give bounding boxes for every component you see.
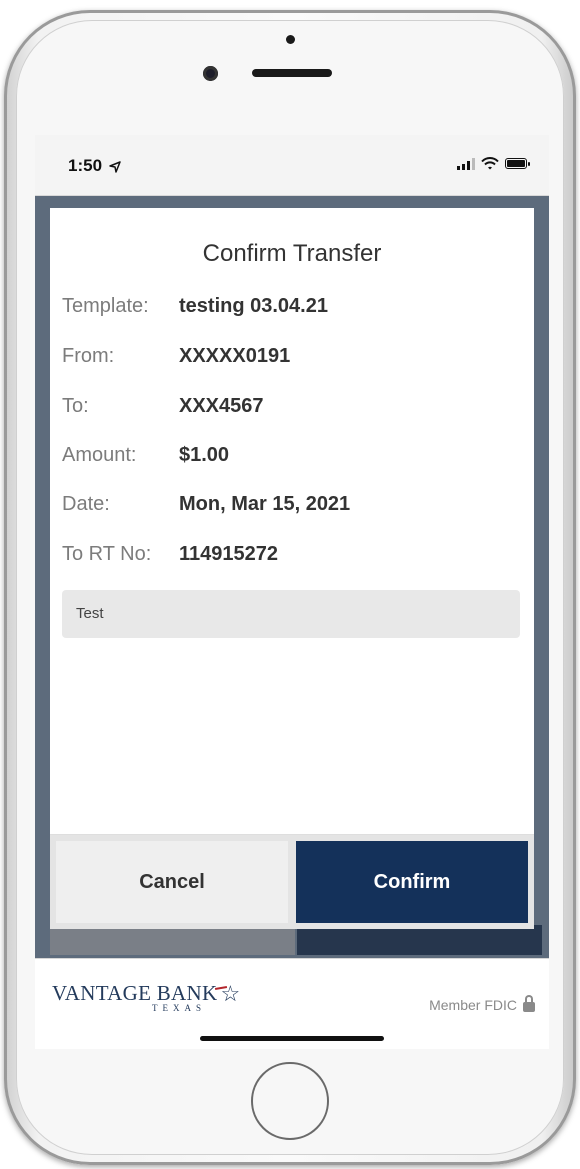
field-value: testing 03.04.21 [179,295,328,317]
location-arrow-icon [109,160,121,173]
field-value: 114915272 [179,543,279,565]
cellular-signal-icon [457,157,475,170]
earpiece-speaker [252,69,332,77]
field-value: $1.00 [179,444,230,466]
field-template: Template: testing 03.04.21 [62,295,328,318]
home-button[interactable] [251,1062,329,1140]
field-to: To: XXX4567 [62,395,264,418]
cancel-button[interactable]: Cancel [56,841,288,923]
dialog-actions: Cancel Confirm [50,834,534,929]
field-value: XXXXX0191 [179,345,291,367]
field-date: Date: Mon, Mar 15, 2021 [62,493,350,516]
field-from: From: XXXXX0191 [62,345,290,368]
field-amount: Amount: $1.00 [62,444,229,467]
field-value: XXX4567 [179,395,264,417]
field-label: Date: [62,493,110,515]
front-camera [203,66,218,81]
field-label: From: [62,345,115,367]
battery-icon [505,158,530,169]
field-rt-number: To RT No: 114915272 [62,543,278,566]
footer: VANTAGE BANK ☆ TEXAS Member FDIC [35,958,549,1049]
status-bar: 1:50 [35,135,549,196]
screen: 1:50 Confirm Transfer Template: testing … [35,135,549,1049]
dialog-title: Confirm Transfer [202,240,382,267]
proximity-sensor [286,35,295,44]
home-indicator [200,1036,384,1041]
field-label: Template: [62,295,149,317]
confirm-transfer-dialog: Confirm Transfer Template: testing 03.04… [50,208,534,929]
vantage-bank-logo: VANTAGE BANK ☆ TEXAS [52,981,240,1013]
field-label: To RT No: [62,543,152,565]
background-transfer-button [297,925,542,955]
fdic-text: Member FDIC [429,997,517,1013]
background-cancel-button [50,925,295,955]
confirm-button[interactable]: Confirm [296,841,528,923]
field-label: To: [62,395,89,417]
lock-icon [523,995,535,1012]
status-icons [457,157,530,170]
wifi-icon [481,157,499,170]
status-time: 1:50 [68,156,121,176]
field-value: Mon, Mar 15, 2021 [179,493,351,515]
memo-field[interactable]: Test [62,590,520,638]
fdic-notice: Member FDIC [429,995,535,1013]
field-label: Amount: [62,444,137,466]
star-icon: ☆ [215,982,240,1005]
